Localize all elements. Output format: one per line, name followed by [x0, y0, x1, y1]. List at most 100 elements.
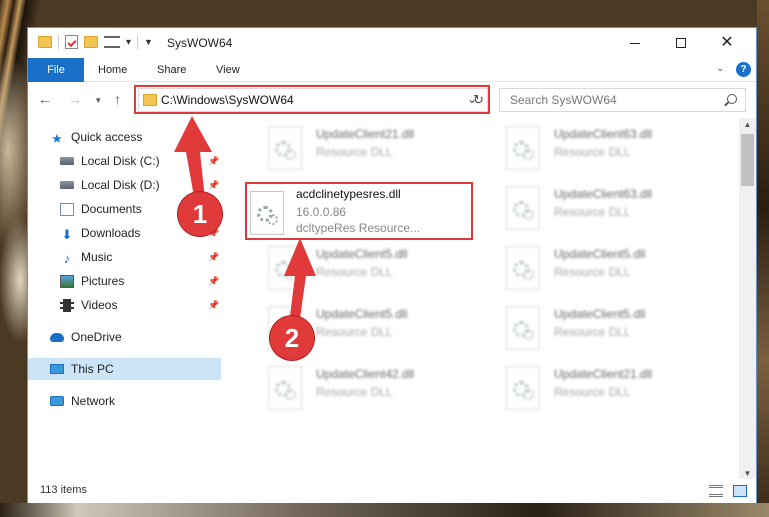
up-icon[interactable]: ↑	[114, 91, 121, 107]
back-icon[interactable]: ←	[38, 91, 52, 107]
cloud-icon	[50, 332, 64, 342]
sidebar-item-label: Music	[81, 250, 113, 264]
sidebar-item-network[interactable]: Network	[28, 390, 221, 412]
sidebar-item-this-pc[interactable]: This PC	[28, 358, 221, 380]
file-type: Resource DLL	[554, 145, 631, 159]
dll-file-icon	[506, 126, 540, 170]
search-placeholder: Search SysWOW64	[510, 93, 617, 107]
dll-file-icon	[506, 246, 540, 290]
file-name: UpdateClient5.dll	[554, 247, 646, 261]
file-name: UpdateClient63.dll	[554, 187, 653, 201]
details-view-icon[interactable]	[709, 485, 723, 497]
sidebar-item-label: Documents	[81, 202, 142, 216]
expand-ribbon-icon[interactable]: ⌄	[716, 63, 724, 74]
dll-file-icon	[268, 126, 302, 170]
file-name: UpdateClient63.dll	[554, 127, 653, 141]
scroll-down-icon[interactable]: ▼	[739, 469, 756, 478]
desktop-background-right	[757, 0, 769, 517]
toolbar-divider	[58, 35, 59, 49]
file-type: Resource DLL	[316, 385, 393, 399]
status-bar: 113 items	[28, 479, 756, 503]
tab-view[interactable]: View	[216, 58, 240, 82]
disk-icon	[60, 181, 74, 189]
file-name: UpdateClient21.dll	[554, 367, 653, 381]
scroll-up-icon[interactable]: ▲	[739, 120, 756, 129]
pictures-icon	[60, 274, 74, 288]
maximize-button[interactable]	[658, 28, 704, 58]
minimize-icon	[630, 42, 640, 44]
sidebar-item-videos[interactable]: Videos 📌	[28, 294, 221, 316]
dll-file-icon	[268, 366, 302, 410]
forward-icon[interactable]: →	[68, 91, 82, 107]
scroll-thumb[interactable]	[741, 134, 754, 186]
search-icon	[727, 94, 737, 104]
network-icon	[50, 396, 64, 406]
file-name: UpdateClient21.dll	[316, 127, 415, 141]
properties-icon[interactable]	[65, 35, 78, 49]
toolbar-divider	[137, 35, 139, 49]
file-tile[interactable]: UpdateClient5.dll Resource DLL	[486, 241, 716, 295]
customize-toolbar-icon[interactable]: ▼	[144, 37, 153, 47]
pin-icon[interactable]: 📌	[208, 300, 219, 311]
desktop-background-bottom	[0, 503, 769, 517]
file-tile[interactable]: UpdateClient21.dll Resource DLL	[486, 361, 716, 415]
quick-access-toolbar: ▾ ▼	[38, 35, 153, 49]
file-tile[interactable]: UpdateClient5.dll Resource DLL	[486, 301, 716, 355]
music-icon: ♪	[63, 250, 71, 266]
step-badge-1: 1	[178, 192, 222, 236]
sidebar-item-label: Local Disk (D:)	[81, 178, 160, 192]
file-tile[interactable]: UpdateClient63.dll Resource DLL	[486, 121, 716, 175]
file-tile[interactable]: UpdateClient42.dll Resource DLL	[248, 361, 478, 415]
sidebar-item-label: Videos	[81, 298, 118, 312]
file-type: Resource DLL	[316, 145, 393, 159]
document-icon	[60, 202, 74, 216]
file-type: Resource DLL	[554, 205, 631, 219]
file-tile[interactable]: UpdateClient63.dll Resource DLL	[486, 181, 716, 235]
star-icon: ★	[51, 130, 63, 146]
file-type: Resource DLL	[554, 325, 631, 339]
tab-file[interactable]: File	[28, 58, 84, 82]
close-icon: ✕	[720, 34, 734, 51]
vertical-scrollbar[interactable]: ▲ ▼	[739, 118, 756, 480]
file-type: Resource DLL	[554, 265, 631, 279]
item-count: 113 items	[40, 484, 87, 496]
chevron-down-icon[interactable]: ▾	[126, 37, 131, 48]
dll-file-icon	[506, 366, 540, 410]
sidebar-item-music[interactable]: ♪ Music 📌	[28, 246, 221, 268]
pin-icon[interactable]: 📌	[208, 276, 219, 287]
computer-icon	[50, 364, 64, 374]
sidebar-item-label: Local Disk (C:)	[81, 154, 160, 168]
disk-icon	[60, 157, 74, 165]
tab-home[interactable]: Home	[98, 58, 127, 82]
tab-share[interactable]: Share	[157, 58, 186, 82]
search-input[interactable]: Search SysWOW64	[499, 88, 746, 112]
sidebar-item-pictures[interactable]: Pictures 📌	[28, 270, 221, 292]
view-icon[interactable]	[104, 36, 120, 48]
sidebar-item-label: Quick access	[71, 130, 143, 144]
explorer-window: ▾ ▼ SysWOW64 ✕ File Home Share View ⌄ ? …	[27, 27, 757, 503]
ribbon-tabs: File Home Share View ⌄ ?	[28, 58, 756, 82]
folder-icon	[38, 36, 52, 48]
address-row: ← → ▾ ↑ C:\Windows\SysWOW64 ⌄ ↻ Search S…	[28, 83, 756, 117]
help-icon[interactable]: ?	[736, 62, 751, 77]
file-type: Resource DLL	[554, 385, 631, 399]
sidebar-item-label: This PC	[71, 362, 114, 376]
file-name: UpdateClient42.dll	[316, 367, 415, 381]
window-title: SysWOW64	[167, 36, 233, 50]
pin-icon[interactable]: 📌	[208, 252, 219, 263]
download-icon: ⬇	[61, 226, 73, 242]
sidebar-item-onedrive[interactable]: OneDrive	[28, 326, 221, 348]
close-button[interactable]: ✕	[704, 28, 750, 58]
title-bar: ▾ ▼ SysWOW64 ✕	[28, 28, 756, 58]
recent-locations-icon[interactable]: ▾	[96, 95, 101, 106]
minimize-button[interactable]	[612, 28, 658, 58]
dll-file-icon	[506, 306, 540, 350]
step-badge-2: 2	[270, 316, 314, 360]
new-folder-icon[interactable]	[84, 36, 98, 48]
tiles-view-icon[interactable]	[733, 485, 747, 497]
file-tile[interactable]: UpdateClient21.dll Resource DLL	[248, 121, 478, 175]
sidebar-item-label: Downloads	[81, 226, 141, 240]
file-name: UpdateClient5.dll	[554, 307, 646, 321]
sidebar-item-label: Network	[71, 394, 116, 408]
sidebar-item-label: Pictures	[81, 274, 125, 288]
